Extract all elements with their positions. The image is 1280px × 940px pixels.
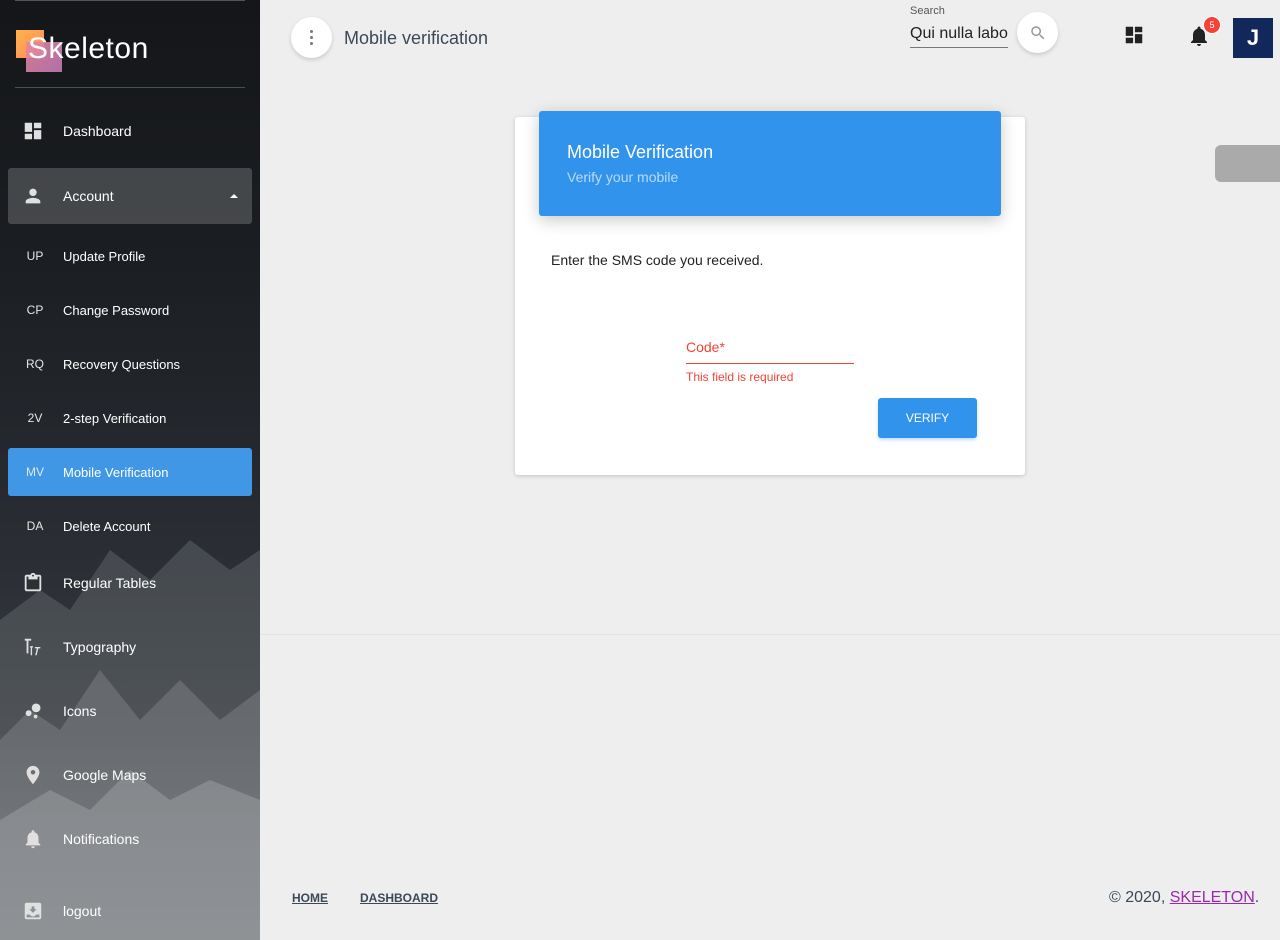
search-input[interactable] bbox=[910, 20, 1008, 48]
sidebar-item-notifications[interactable]: Notifications bbox=[8, 815, 252, 863]
brand-name: Skeleton bbox=[28, 32, 149, 65]
bell-icon bbox=[22, 828, 44, 850]
search-button[interactable] bbox=[1017, 12, 1058, 53]
sidebar-item-abbr: MV bbox=[26, 465, 44, 479]
sidebar-item-label: Update Profile bbox=[63, 248, 146, 264]
sidebar-item-dashboard[interactable]: Dashboard bbox=[8, 107, 252, 155]
sidebar-item-change-password[interactable]: CP Change Password bbox=[8, 290, 252, 330]
sidebar-item-label: Mobile Verification bbox=[63, 464, 169, 480]
more-vert-icon bbox=[310, 29, 313, 47]
code-error-message: This field is required bbox=[686, 370, 794, 384]
copyright: © 2020, SKELETON. bbox=[1109, 889, 1259, 907]
more-menu-button[interactable] bbox=[291, 17, 332, 58]
sidebar-item-label: Recovery Questions bbox=[63, 356, 181, 372]
sidebar-item-abbr: 2V bbox=[27, 411, 43, 425]
dashboard-icon[interactable] bbox=[1123, 24, 1145, 46]
sidebar-item-label: 2-step Verification bbox=[63, 410, 167, 426]
page-title: Mobile verification bbox=[344, 28, 489, 48]
sidebar-item-label: Icons bbox=[63, 703, 97, 719]
sidebar-item-abbr: CP bbox=[26, 303, 44, 317]
sidebar-item-label: Dashboard bbox=[63, 123, 132, 139]
user-avatar[interactable]: J bbox=[1233, 18, 1273, 58]
sidebar-item-label: Notifications bbox=[63, 831, 140, 847]
dashboard-icon bbox=[22, 120, 44, 142]
sidebar-item-abbr: DA bbox=[26, 519, 44, 533]
sidebar-item-recovery-questions[interactable]: RQ Recovery Questions bbox=[8, 344, 252, 384]
sidebar-item-label: Typography bbox=[63, 639, 137, 655]
sidebar-item-delete-account[interactable]: DA Delete Account bbox=[8, 506, 252, 546]
card-title: Mobile Verification bbox=[567, 142, 714, 162]
sidebar-item-abbr: UP bbox=[26, 249, 44, 263]
brand-logo[interactable]: Skeleton bbox=[15, 28, 245, 72]
sidebar-item-regular-tables[interactable]: Regular Tables bbox=[8, 559, 252, 607]
location-pin-icon bbox=[22, 764, 44, 786]
footer-link-home[interactable]: HOME bbox=[292, 891, 328, 905]
sidebar-item-abbr: RQ bbox=[26, 357, 44, 371]
sidebar-item-label: Google Maps bbox=[63, 767, 147, 783]
person-icon bbox=[22, 185, 44, 207]
card-subtitle: Verify your mobile bbox=[567, 169, 679, 185]
instruction-text: Enter the SMS code you received. bbox=[551, 252, 764, 268]
copyright-suffix: . bbox=[1254, 889, 1260, 906]
caret-up-icon bbox=[230, 194, 238, 198]
card-header: Mobile Verification Verify your mobile bbox=[539, 111, 1001, 216]
search-icon bbox=[1030, 25, 1044, 39]
content-divider bbox=[260, 634, 1280, 635]
verify-button[interactable]: VERIFY bbox=[878, 398, 977, 438]
sidebar-item-account[interactable]: Account bbox=[8, 168, 252, 224]
bubble-chart-icon bbox=[22, 700, 44, 722]
footer-link-dashboard[interactable]: DASHBOARD bbox=[360, 891, 438, 905]
sidebar-item-label: logout bbox=[63, 903, 102, 919]
settings-panel-tab[interactable] bbox=[1215, 145, 1280, 182]
sidebar-item-update-profile[interactable]: UP Update Profile bbox=[8, 236, 252, 276]
search-label: Search bbox=[910, 5, 945, 17]
sidebar-item-label: Change Password bbox=[63, 302, 170, 318]
sidebar-top-line bbox=[15, 0, 245, 1]
copyright-brand-link[interactable]: SKELETON bbox=[1170, 889, 1255, 906]
sidebar-item-mobile-verification[interactable]: MV Mobile Verification bbox=[8, 448, 252, 496]
copyright-prefix: © 2020, bbox=[1109, 889, 1170, 906]
clipboard-icon bbox=[22, 572, 44, 594]
logout-icon bbox=[22, 900, 44, 922]
sidebar-item-google-maps[interactable]: Google Maps bbox=[8, 751, 252, 799]
sidebar-divider bbox=[15, 87, 245, 88]
sidebar-item-2-step-verification[interactable]: 2V 2-step Verification bbox=[8, 398, 252, 438]
sidebar: Skeleton Dashboard Account UP Update Pro… bbox=[0, 0, 260, 940]
sidebar-item-label: Account bbox=[63, 188, 114, 204]
notifications-badge: 5 bbox=[1203, 16, 1221, 34]
sidebar-item-typography[interactable]: Typography bbox=[8, 623, 252, 671]
sidebar-item-label: Regular Tables bbox=[63, 575, 157, 591]
typography-icon bbox=[22, 636, 44, 658]
code-field[interactable] bbox=[686, 338, 854, 364]
sidebar-item-icons[interactable]: Icons bbox=[8, 687, 252, 735]
sidebar-item-logout[interactable]: logout bbox=[8, 887, 252, 935]
sidebar-item-label: Delete Account bbox=[63, 518, 151, 534]
